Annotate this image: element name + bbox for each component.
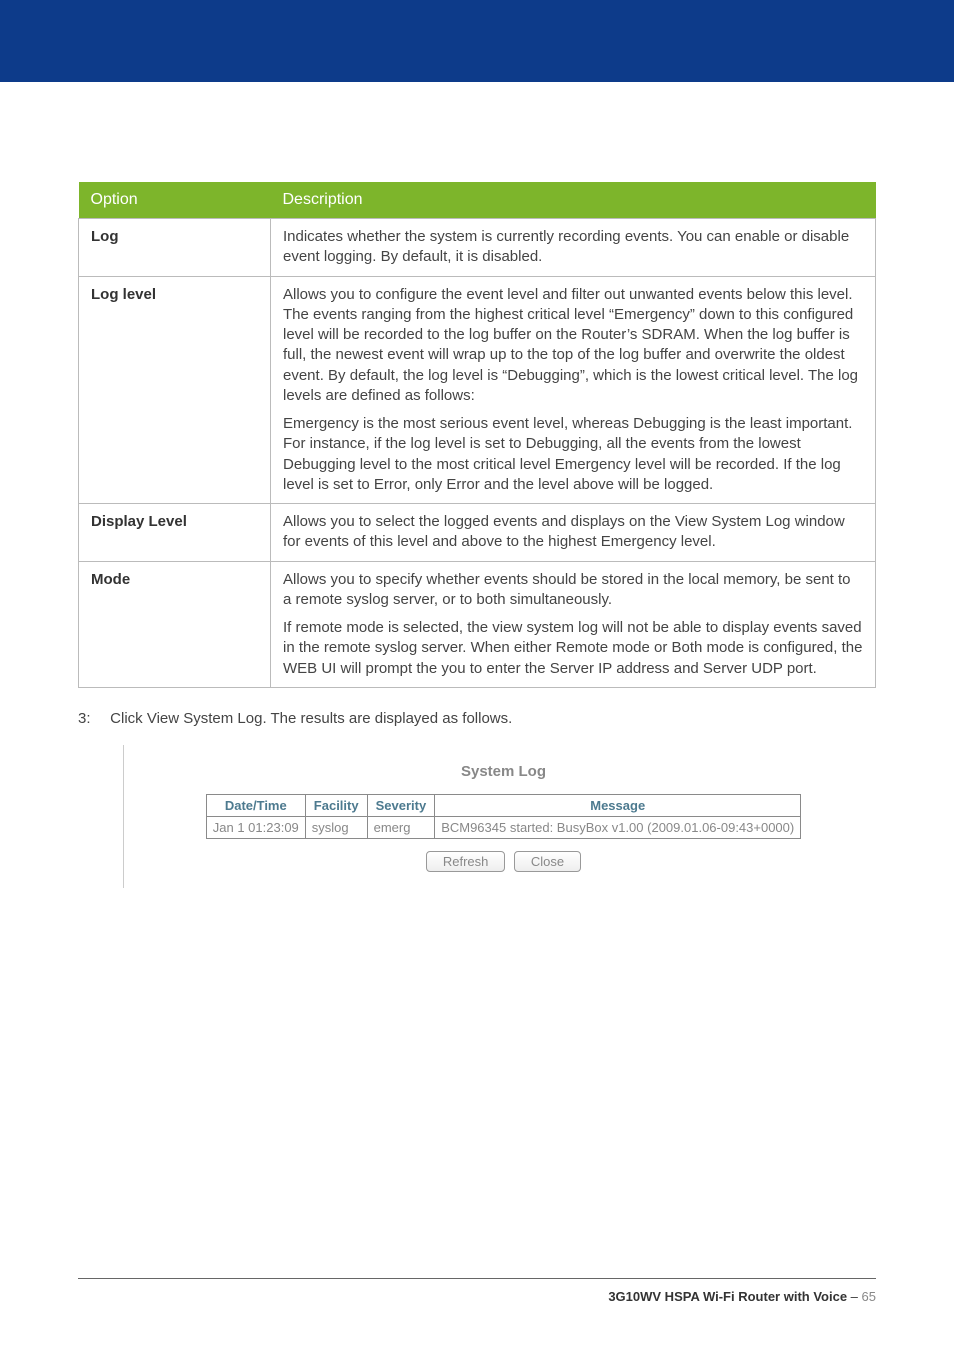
- system-log-title: System Log: [124, 745, 883, 794]
- desc-para: Emergency is the most serious event leve…: [283, 414, 863, 495]
- top-banner: [0, 0, 954, 82]
- syslog-row: Jan 1 01:23:09 syslog emerg BCM96345 sta…: [206, 816, 800, 838]
- refresh-button[interactable]: Refresh: [426, 851, 506, 872]
- th-description: Description: [271, 182, 876, 219]
- option-name: Log: [79, 219, 271, 277]
- syslog-th-severity: Severity: [367, 794, 435, 816]
- footer-sep: –: [847, 1289, 861, 1304]
- step-number: 3:: [78, 710, 106, 727]
- desc-para: Allows you to select the logged events a…: [283, 512, 863, 553]
- option-desc: Allows you to specify whether events sho…: [271, 561, 876, 687]
- footer-page-number: 65: [862, 1289, 876, 1304]
- syslog-cell-datetime: Jan 1 01:23:09: [206, 816, 305, 838]
- syslog-cell-facility: syslog: [305, 816, 367, 838]
- system-log-table: Date/Time Facility Severity Message Jan …: [206, 794, 801, 839]
- option-name: Display Level: [79, 504, 271, 562]
- syslog-buttons: Refresh Close: [124, 839, 883, 888]
- footer-product: 3G10WV HSPA Wi-Fi Router with Voice: [608, 1289, 847, 1304]
- step-line: 3: Click View System Log. The results ar…: [78, 710, 876, 727]
- syslog-th-datetime: Date/Time: [206, 794, 305, 816]
- system-log-panel: System Log Date/Time Facility Severity M…: [123, 745, 883, 888]
- th-option: Option: [79, 182, 271, 219]
- syslog-cell-severity: emerg: [367, 816, 435, 838]
- table-row: Mode Allows you to specify whether event…: [79, 561, 876, 687]
- step-text: Click View System Log. The results are d…: [110, 710, 512, 727]
- close-button[interactable]: Close: [514, 851, 581, 872]
- page-footer: 3G10WV HSPA Wi-Fi Router with Voice – 65: [78, 1278, 876, 1304]
- options-table: Option Description Log Indicates whether…: [78, 182, 876, 688]
- table-row: Log level Allows you to configure the ev…: [79, 276, 876, 504]
- content-area: Option Description Log Indicates whether…: [0, 82, 954, 888]
- table-row: Log Indicates whether the system is curr…: [79, 219, 876, 277]
- syslog-th-facility: Facility: [305, 794, 367, 816]
- syslog-cell-message: BCM96345 started: BusyBox v1.00 (2009.01…: [435, 816, 801, 838]
- desc-para: Allows you to specify whether events sho…: [283, 570, 863, 611]
- desc-para: If remote mode is selected, the view sys…: [283, 618, 863, 679]
- option-name: Log level: [79, 276, 271, 504]
- option-desc: Allows you to select the logged events a…: [271, 504, 876, 562]
- option-name: Mode: [79, 561, 271, 687]
- option-desc: Allows you to configure the event level …: [271, 276, 876, 504]
- table-row: Display Level Allows you to select the l…: [79, 504, 876, 562]
- syslog-th-message: Message: [435, 794, 801, 816]
- desc-para: Allows you to configure the event level …: [283, 285, 863, 407]
- desc-para: Indicates whether the system is currentl…: [283, 227, 863, 268]
- option-desc: Indicates whether the system is currentl…: [271, 219, 876, 277]
